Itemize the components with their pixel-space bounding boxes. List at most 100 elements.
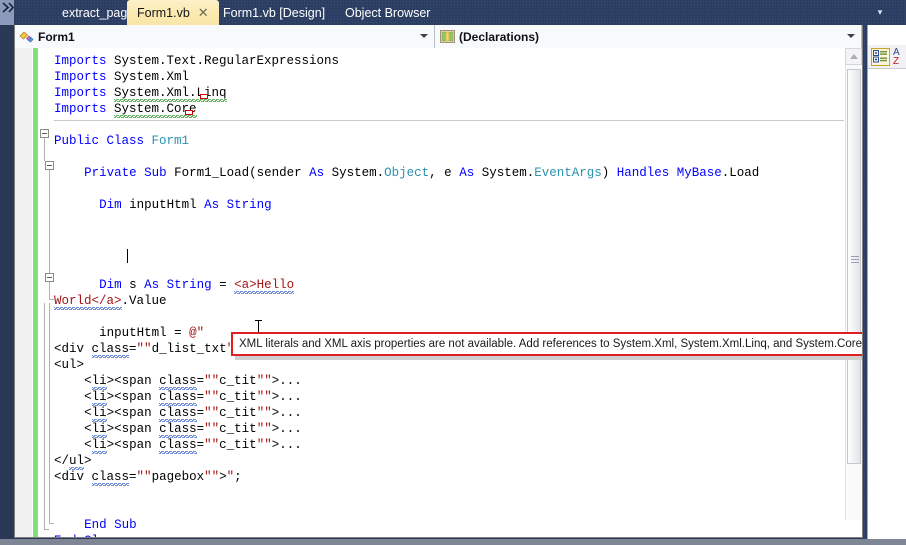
code-token: >... <box>271 374 302 388</box>
code-token: = <box>129 470 137 484</box>
code-token: Handles <box>616 166 677 180</box>
code-line[interactable]: World</a>.Value <box>54 293 167 310</box>
error-marker[interactable] <box>200 94 208 99</box>
code-token: c_tit <box>219 438 257 452</box>
code-token: pagebox <box>151 470 205 484</box>
outline-guide <box>44 529 49 530</box>
chevron-down-icon[interactable] <box>420 34 428 38</box>
outline-guide <box>44 138 45 161</box>
code-token: li <box>91 390 107 406</box>
code-token: s <box>129 278 145 292</box>
code-line[interactable]: Dim inputHtml As String <box>99 197 272 213</box>
code-token: End Class <box>54 534 122 537</box>
member-dropdown-value: (Declarations) <box>459 29 540 44</box>
code-line[interactable]: </ul> <box>54 453 92 470</box>
code-line[interactable]: Imports System.Core <box>54 101 197 118</box>
code-token: System.Xml <box>114 70 190 84</box>
code-token: ><span <box>106 438 160 452</box>
scrollbar-thumb[interactable] <box>847 69 861 464</box>
code-line[interactable]: Public Class Form1 <box>54 133 189 149</box>
tab-form1-vb[interactable]: Form1.vb ✕ <box>127 0 219 25</box>
close-icon[interactable]: ✕ <box>198 6 209 19</box>
code-token: >... <box>271 438 302 452</box>
code-token: ><span <box>106 406 160 420</box>
code-line[interactable]: <li><span class=""c_tit"">... <box>84 373 302 390</box>
tab-label: Object Browser <box>345 6 431 20</box>
fold-toggle-sub[interactable] <box>45 161 54 170</box>
properties-toolbar[interactable]: AZ <box>868 45 906 69</box>
code-token: "" <box>204 390 220 404</box>
indicator-margin[interactable] <box>15 48 33 537</box>
document-tab-strip: extract_pagebox Form1.vb ✕ Form1.vb [Des… <box>0 0 906 25</box>
scrollbar-grip <box>851 256 859 263</box>
code-token: ><span <box>106 374 160 388</box>
tab-object-browser[interactable]: Object Browser <box>335 1 440 25</box>
code-token: End Sub <box>84 518 137 532</box>
code-token: <div <box>54 470 92 484</box>
error-tooltip-text: XML literals and XML axis properties are… <box>239 338 862 350</box>
code-token: <div <box>54 342 92 356</box>
code-token: c_tit <box>219 422 257 436</box>
code-token: .Load <box>721 166 760 180</box>
alphabetical-view-icon[interactable]: AZ <box>893 47 900 66</box>
code-token: li <box>91 374 107 390</box>
code-line[interactable]: <li><span class=""c_tit"">... <box>84 389 302 406</box>
code-token: >... <box>271 406 302 420</box>
code-line[interactable]: <div class=""pagebox"">"; <box>54 469 242 486</box>
code-token: class <box>159 374 197 390</box>
auto-hide-pin-icon[interactable] <box>0 0 14 25</box>
error-marker[interactable] <box>185 110 193 115</box>
code-token: d_list_txt <box>151 342 227 356</box>
code-token: inputHtml = <box>99 326 190 340</box>
code-token: < <box>84 422 92 436</box>
code-line[interactable]: End Class <box>54 533 122 537</box>
code-token: ><span <box>106 390 160 404</box>
code-line[interactable]: End Sub <box>84 517 137 533</box>
code-line[interactable]: <li><span class=""c_tit"">... <box>84 405 302 422</box>
fold-toggle-statement[interactable] <box>45 273 54 282</box>
tab-overflow-chevron-down-icon[interactable]: ▾ <box>870 0 890 25</box>
code-line[interactable]: <ul> <box>54 357 84 373</box>
code-text[interactable]: Imports System.Text.RegularExpressions Im… <box>54 48 844 537</box>
member-dropdown[interactable]: (Declarations) <box>435 25 862 48</box>
code-token: li <box>91 422 107 438</box>
code-line[interactable]: Imports System.Text.RegularExpressions <box>54 53 339 69</box>
type-dropdown[interactable]: Form1 <box>15 25 435 48</box>
code-token: c_tit <box>219 406 257 420</box>
code-token: Dim <box>99 278 130 292</box>
code-token: c_tit <box>219 390 257 404</box>
code-token: EventArgs <box>534 166 602 180</box>
code-token: "" <box>136 470 152 484</box>
code-line[interactable]: <li><span class=""c_tit"">... <box>84 421 302 438</box>
code-line[interactable]: inputHtml = @" <box>99 325 204 341</box>
code-token: c_tit <box>219 374 257 388</box>
scrollbar-track[interactable] <box>845 65 862 520</box>
categorized-view-icon[interactable] <box>871 47 890 66</box>
type-dropdown-value: Form1 <box>38 29 75 44</box>
tab-label: Form1.vb [Design] <box>223 6 326 20</box>
code-token: "" <box>136 342 152 356</box>
code-line[interactable]: <li><span class=""c_tit"">... <box>84 437 302 454</box>
code-token: "" <box>204 406 220 420</box>
tab-form1-vb-design[interactable]: Form1.vb [Design] <box>213 1 335 25</box>
code-token: class <box>159 406 197 422</box>
code-line[interactable]: Private Sub Form1_Load(sender As System.… <box>84 165 759 181</box>
vertical-scrollbar[interactable] <box>845 48 862 537</box>
code-token: "" <box>256 406 272 420</box>
declarations-icon <box>440 30 455 43</box>
scroll-up-arrow-icon[interactable] <box>845 48 862 65</box>
code-line[interactable]: Imports System.Xml <box>54 69 189 85</box>
code-line[interactable]: Dim s As String = <a>Hello <box>99 277 295 294</box>
code-editor-surface[interactable]: Imports System.Text.RegularExpressions Im… <box>15 48 862 537</box>
code-token: = <box>219 278 235 292</box>
chevron-down-icon[interactable] <box>847 34 855 38</box>
code-token: @" <box>189 326 205 340</box>
fold-toggle-class[interactable] <box>40 129 49 138</box>
code-editor-frame: Form1 (Declarations) Imports System.Text… <box>14 25 863 538</box>
properties-panel[interactable]: Prope AZ <box>863 0 906 545</box>
properties-panel-body[interactable]: AZ <box>867 22 906 542</box>
code-token: "" <box>256 390 272 404</box>
code-token: class <box>91 342 130 358</box>
code-token: class <box>91 470 130 486</box>
outlining-margin[interactable] <box>38 48 54 537</box>
